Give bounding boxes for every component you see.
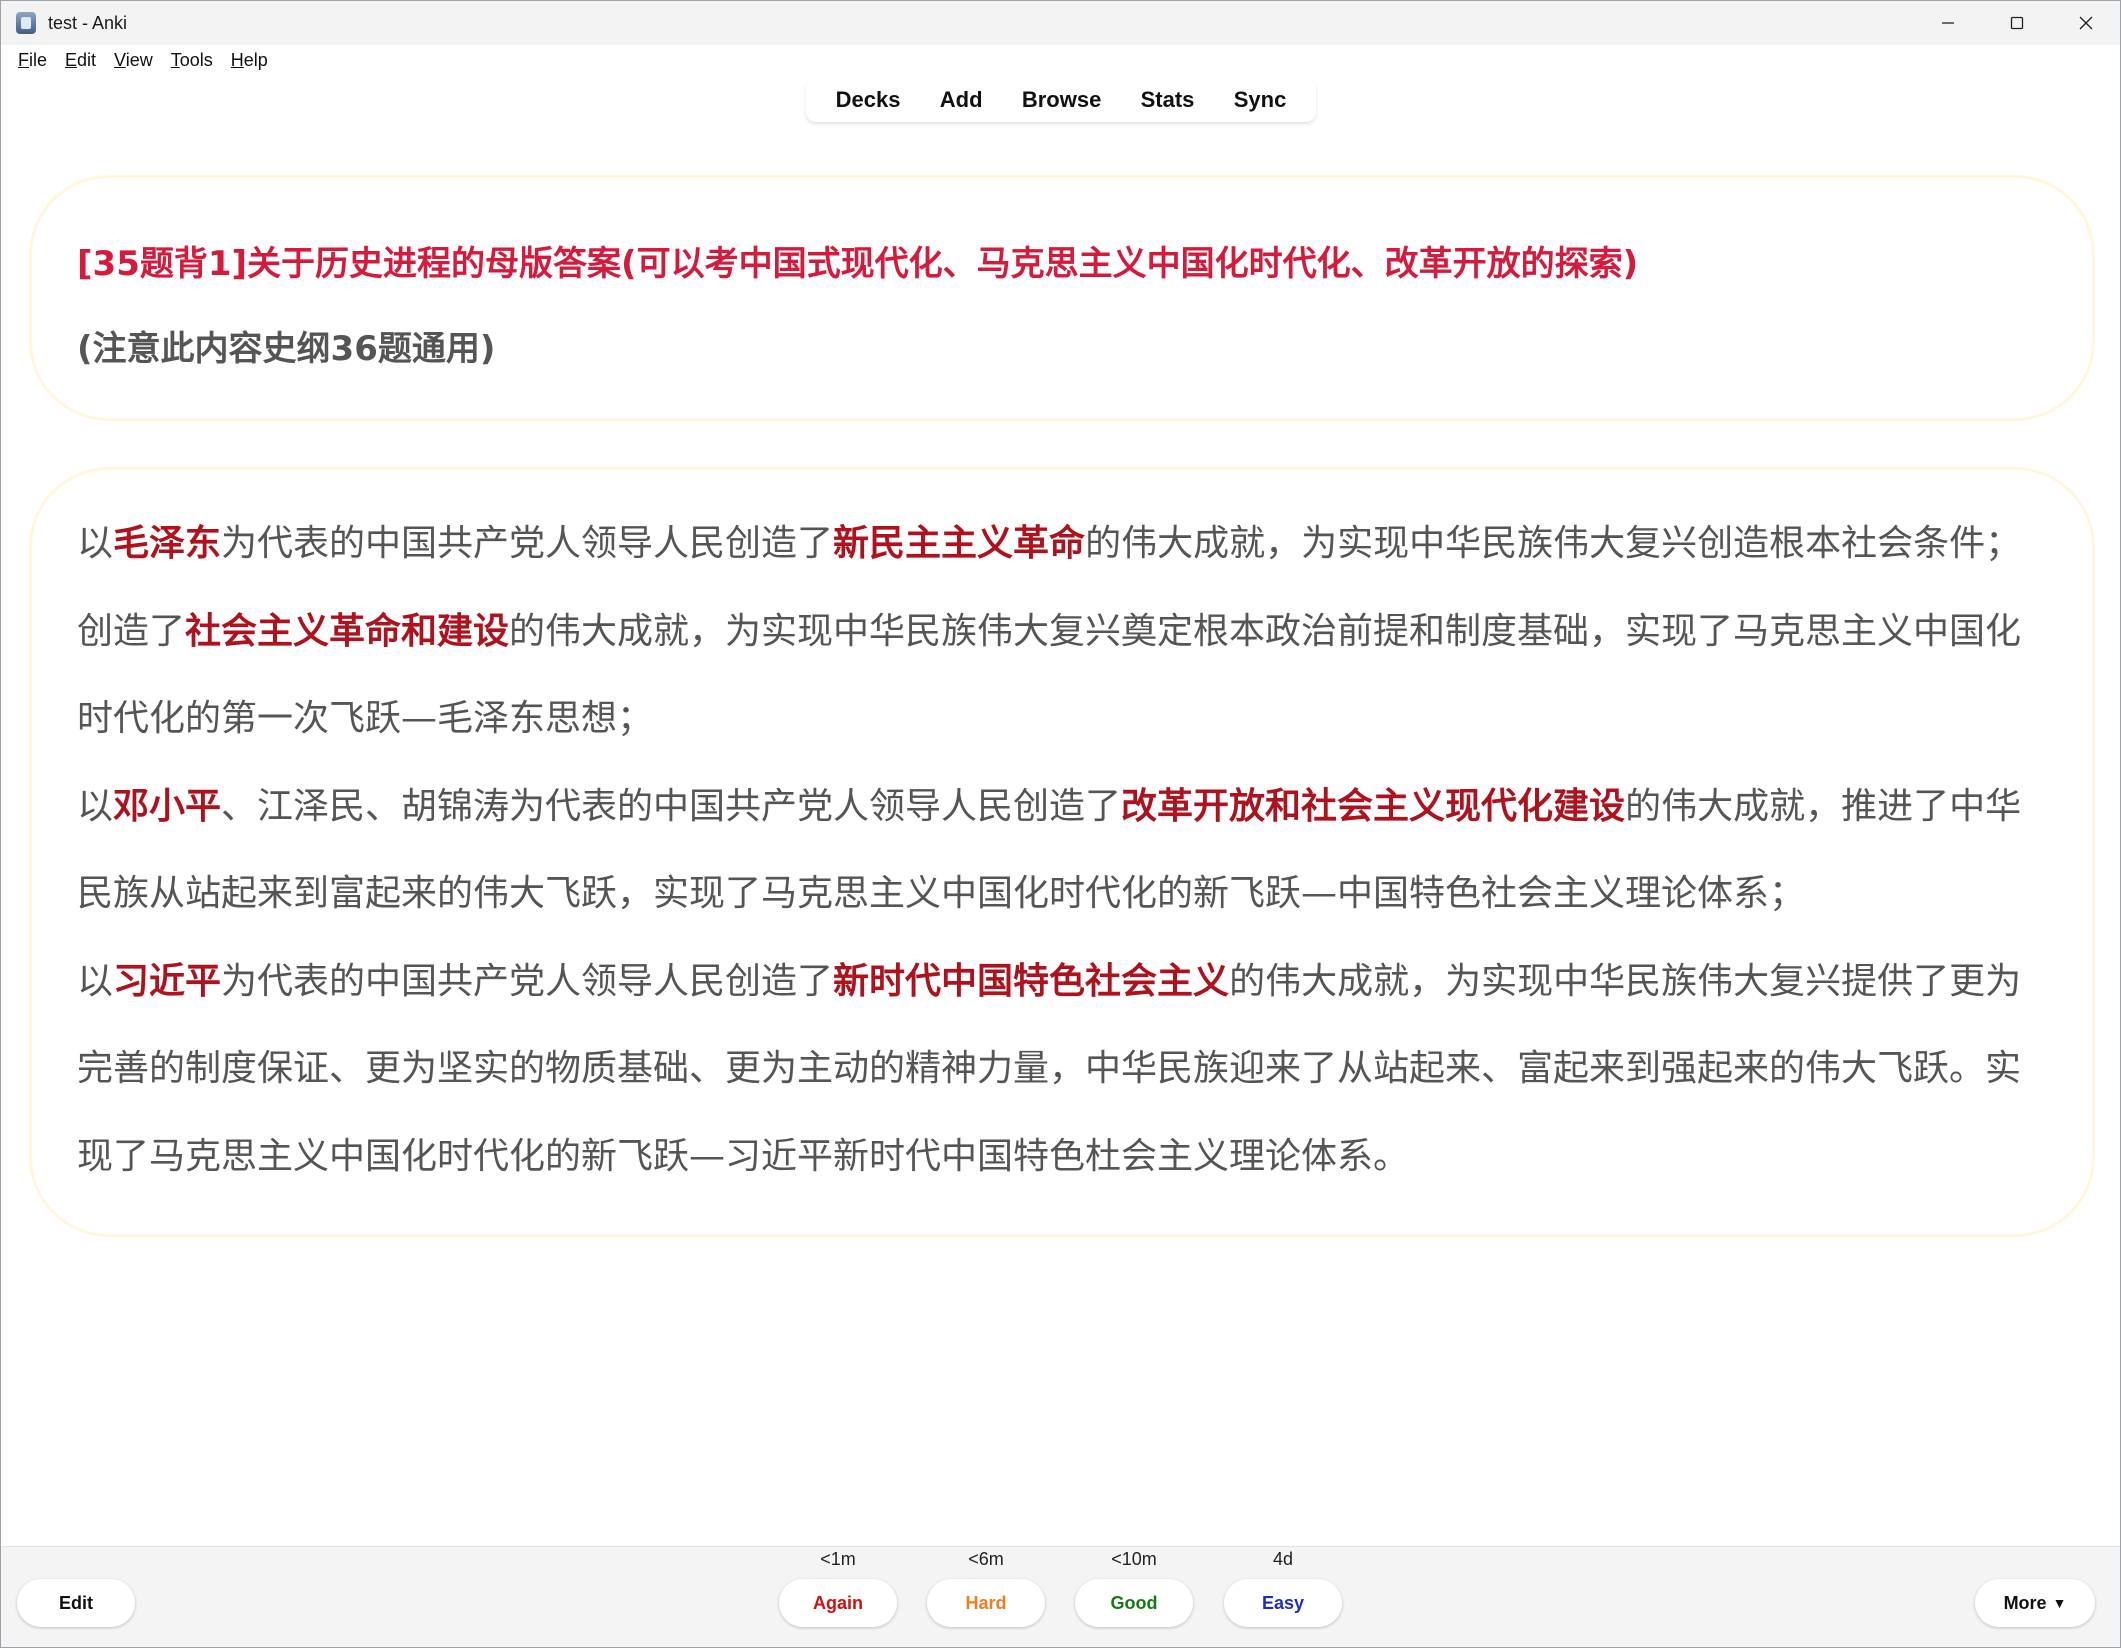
answer-line: 民族从站起来到富起来的伟大飞跃，实现了马克思主义中国化时代化的新飞跃—中国特色社… (77, 850, 2037, 938)
minimize-button[interactable] (1913, 1, 1982, 45)
answer-highlight: 邓小平 (113, 785, 222, 827)
answer-segment: 的伟大成就，为实现中华民族伟大复兴奠定根本政治前提和制度基础，实现了马克思主义中… (509, 610, 2022, 652)
hard-button[interactable]: Hard (927, 1579, 1045, 1627)
title-bar: test - Anki (1, 1, 2120, 45)
close-icon (2079, 16, 2092, 30)
menu-tools-label: ools (179, 50, 213, 70)
answer-segment: 现了马克思主义中国化时代化的新飞跃—习近平新时代中国特色杜会主义理论体系。 (77, 1135, 1410, 1177)
maximize-button[interactable] (1982, 1, 2051, 45)
easy-interval: 4d (1272, 1549, 1294, 1569)
window-controls (1913, 1, 2120, 45)
menu-tools[interactable]: Tools (162, 45, 222, 75)
toolbar-stats[interactable]: Stats (1133, 87, 1203, 113)
answer-segment: 时代化的第一次飞跃—毛泽东思想； (77, 698, 654, 739)
question-box: [35题背1]关于历史进程的母版答案(可以考中国式现代化、马克思主义中国化时代化… (29, 175, 2095, 421)
answer-segment: 以 (77, 785, 114, 827)
answer-text: 以毛泽东为代表的中国共产党人领导人民创造了新民主主义革命的伟大成就，为实现中华民… (77, 500, 2037, 1200)
menu-file[interactable]: File (9, 45, 56, 75)
answer-highlight: 新时代中国特色社会主义 (833, 960, 1230, 1002)
answer-segment: 以 (77, 960, 114, 1002)
answer-segment: 、江泽民、胡锦涛为代表的中国共产党人领导人民创造了 (221, 785, 1122, 827)
answer-line: 完善的制度保证、更为坚实的物质基础、更为主动的精神力量，中华民族迎来了从站起来、… (77, 1025, 2037, 1113)
anki-app-icon (16, 12, 36, 34)
menu-edit[interactable]: Edit (56, 45, 105, 75)
review-bottom-bar: Edit <1m <6m <10m 4d Again Hard Good Eas… (1, 1546, 2120, 1647)
answer-segment: 完善的制度保证、更为坚实的物质基础、更为主动的精神力量，中华民族迎来了从站起来、… (77, 1048, 2022, 1089)
answer-segment: 创造了 (77, 610, 186, 652)
again-interval: <1m (820, 1549, 856, 1569)
answer-line: 现了马克思主义中国化时代化的新飞跃—习近平新时代中国特色杜会主义理论体系。 (77, 1113, 2037, 1201)
again-button[interactable]: Again (779, 1579, 897, 1627)
answer-highlight: 社会主义革命和建设 (185, 610, 510, 652)
answer-highlight: 新民主主义革命 (833, 523, 1086, 564)
answer-line: 以习近平为代表的中国共产党人领导人民创造了新时代中国特色社会主义的伟大成就，为实… (77, 938, 2037, 1026)
menu-edit-mnemonic: E (65, 50, 78, 70)
menu-view[interactable]: View (105, 45, 162, 75)
good-button[interactable]: Good (1075, 1579, 1193, 1627)
main-toolbar: Decks Add Browse Stats Sync (806, 78, 1316, 122)
close-button[interactable] (2051, 1, 2120, 45)
toolbar-browse[interactable]: Browse (1014, 87, 1109, 113)
card-view: [35题背1]关于历史进程的母版答案(可以考中国式现代化、马克思主义中国化时代化… (1, 131, 2120, 1546)
menu-edit-label: dit (77, 50, 97, 70)
menu-view-label: iew (125, 50, 153, 70)
menu-help-mnemonic: H (230, 50, 244, 70)
minimize-icon (1941, 22, 1954, 24)
answer-highlight: 改革开放和社会主义现代化建设 (1121, 785, 1626, 827)
triangle-down-icon: ▼ (2052, 1595, 2067, 1611)
answer-segment: 的伟大成就，为实现中华民族伟大复兴提供了更为 (1229, 960, 2022, 1002)
hard-interval: <6m (968, 1549, 1004, 1569)
good-interval: <10m (1111, 1549, 1157, 1569)
menu-help[interactable]: Help (222, 45, 277, 75)
answer-line: 以毛泽东为代表的中国共产党人领导人民创造了新民主主义革命的伟大成就，为实现中华民… (77, 500, 2037, 588)
answer-segment: 民族从站起来到富起来的伟大飞跃，实现了马克思主义中国化时代化的新飞跃—中国特色社… (77, 873, 1806, 914)
toolbar-sync[interactable]: Sync (1226, 87, 1295, 113)
answer-line: 时代化的第一次飞跃—毛泽东思想； (77, 675, 2037, 763)
menu-bar: File Edit View Tools Help (1, 45, 2120, 75)
answer-line: 以邓小平、江泽民、胡锦涛为代表的中国共产党人领导人民创造了改革开放和社会主义现代… (77, 763, 2037, 851)
answer-segment: 为代表的中国共产党人领导人民创造了 (221, 960, 834, 1002)
menu-file-label: ile (29, 50, 48, 70)
menu-view-mnemonic: V (114, 50, 126, 70)
window-title: test - Anki (48, 12, 128, 33)
toolbar-decks[interactable]: Decks (828, 87, 909, 113)
question-title: [35题背1]关于历史进程的母版答案(可以考中国式现代化、马克思主义中国化时代化… (77, 244, 1639, 284)
more-button[interactable]: More ▼ (1975, 1579, 2095, 1627)
toolbar-add[interactable]: Add (932, 87, 991, 113)
question-note: (注意此内容史纲36题通用) (77, 329, 496, 369)
answer-segment: 以 (77, 523, 114, 564)
answer-segment: 的伟大成就，为实现中华民族伟大复兴创造根本社会条件； (1085, 523, 2022, 564)
menu-help-label: elp (243, 50, 268, 70)
answer-segment: 为代表的中国共产党人领导人民创造了 (221, 523, 834, 564)
menu-file-mnemonic: F (18, 50, 29, 70)
menu-tools-mnemonic: T (170, 50, 180, 70)
answer-box: 以毛泽东为代表的中国共产党人领导人民创造了新民主主义革命的伟大成就，为实现中华民… (29, 467, 2095, 1237)
easy-button[interactable]: Easy (1224, 1579, 1342, 1627)
answer-line: 创造了社会主义革命和建设的伟大成就，为实现中华民族伟大复兴奠定根本政治前提和制度… (77, 588, 2037, 676)
more-label: More (2003, 1592, 2047, 1613)
answer-segment: 的伟大成就，推进了中华 (1625, 785, 2022, 827)
maximize-icon (2010, 16, 2023, 30)
edit-button[interactable]: Edit (17, 1579, 135, 1627)
answer-highlight: 习近平 (113, 960, 222, 1002)
answer-highlight: 毛泽东 (113, 523, 222, 564)
anki-window: test - Anki File Edit View Tools Help De… (0, 0, 2121, 1648)
